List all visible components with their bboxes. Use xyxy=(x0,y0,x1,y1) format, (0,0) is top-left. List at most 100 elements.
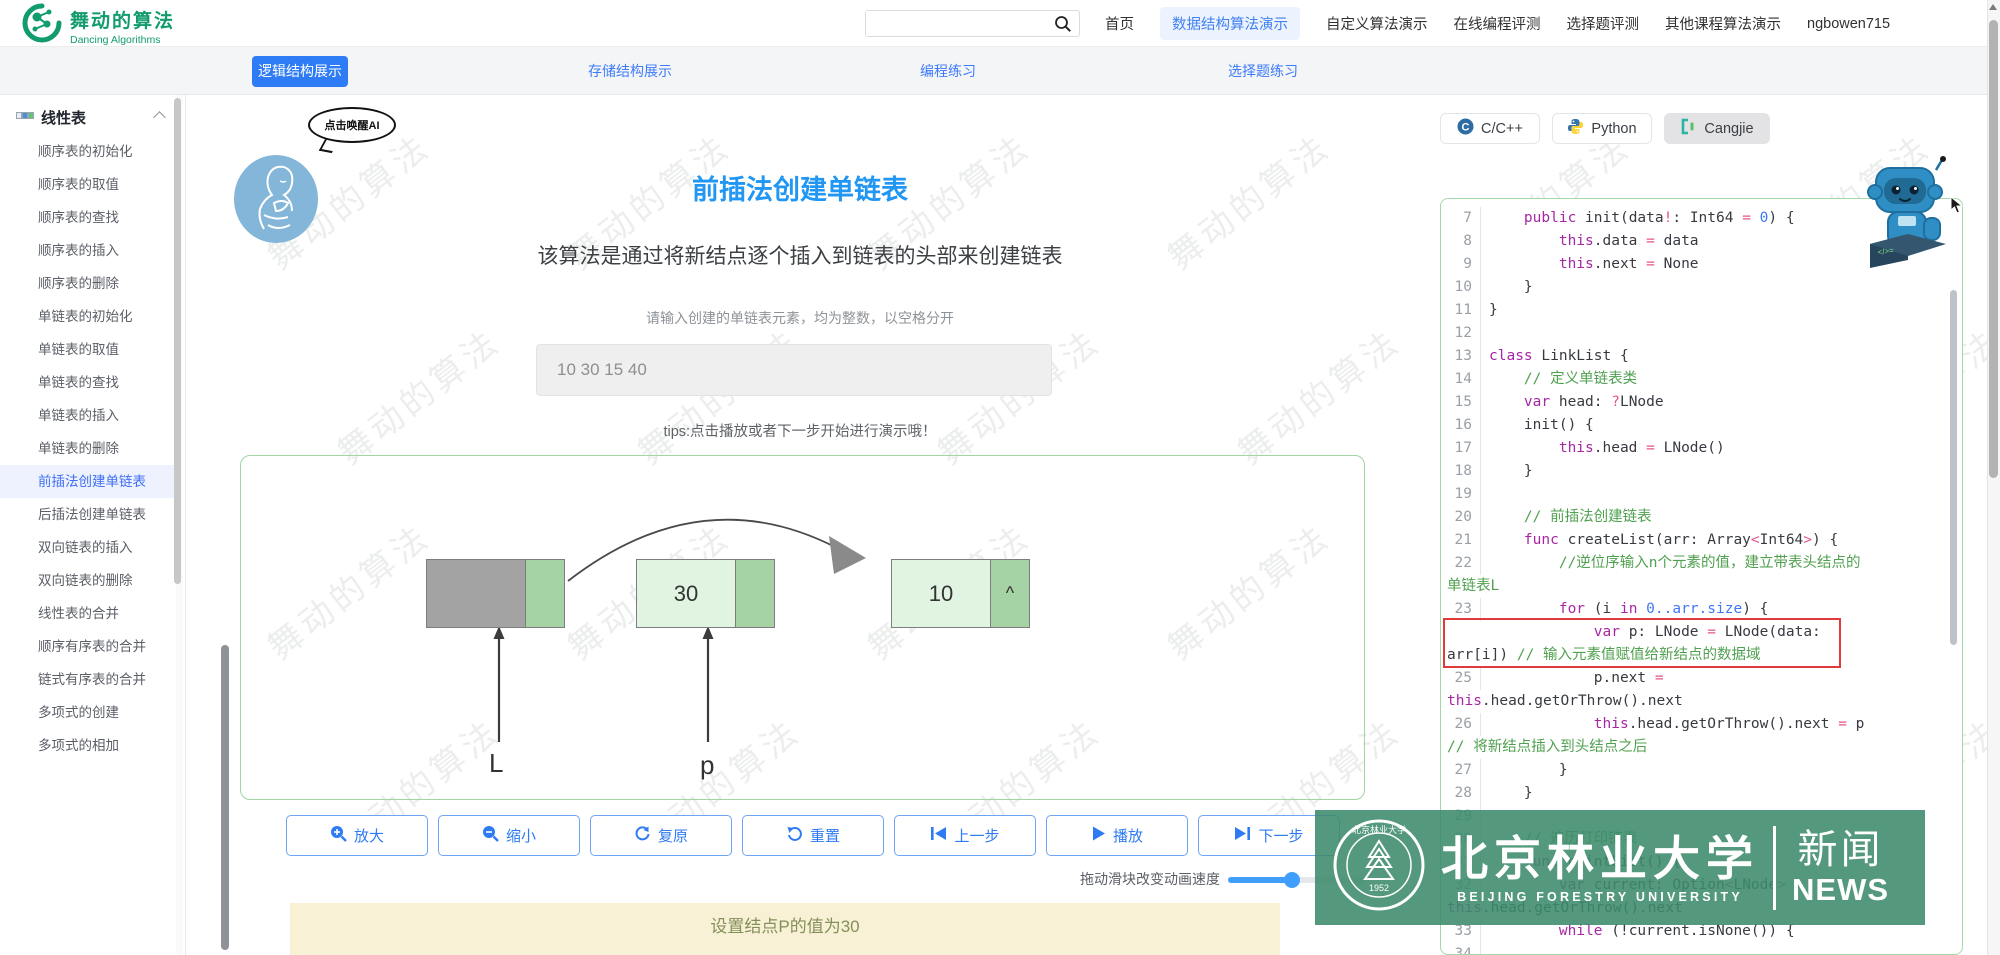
line-number: 7 xyxy=(1447,207,1481,230)
sidebar-item-9[interactable]: 单链表的插入 xyxy=(0,399,176,432)
c-logo-icon: C xyxy=(1457,118,1474,139)
current-line-highlight xyxy=(1443,618,1841,668)
status-bar: 设置结点P的值为30 xyxy=(290,903,1280,955)
sidebar-item-2[interactable]: 顺序表的取值 xyxy=(0,168,176,201)
sidebar-item-5[interactable]: 顺序表的删除 xyxy=(0,267,176,300)
chevron-up-icon[interactable] xyxy=(153,111,166,124)
user-menu[interactable]: ngbowen715 xyxy=(1807,16,1890,32)
code-line: 26 this.head.getOrThrow().next = p xyxy=(1447,713,1962,736)
page-scrollbar[interactable] xyxy=(1987,0,2000,955)
speed-slider-handle[interactable] xyxy=(1284,872,1300,888)
demo-title: 前插法创建单链表 xyxy=(240,168,1360,207)
sidebar-item-list: 顺序表的初始化顺序表的取值顺序表的查找顺序表的插入顺序表的删除单链表的初始化单链… xyxy=(0,135,176,762)
sidebar-group-linear-list[interactable]: 线性表 xyxy=(16,107,166,128)
button-reset[interactable]: 重置 xyxy=(742,815,884,856)
sidebar-item-18[interactable]: 多项式的创建 xyxy=(0,696,176,729)
line-number: 34 xyxy=(1447,943,1481,955)
zoom-in-icon xyxy=(330,825,347,846)
restore-icon xyxy=(634,825,651,846)
visualization-canvas[interactable]: 30 10 ^ L p xyxy=(240,455,1365,800)
scroll-up-arrow-icon[interactable] xyxy=(1989,4,1997,10)
content-scrollbar-thumb[interactable] xyxy=(221,645,229,950)
arrowhead-icon xyxy=(829,536,866,574)
node-pointer-cell xyxy=(525,559,565,628)
sidebar-item-6[interactable]: 单链表的初始化 xyxy=(0,300,176,333)
line-number: 21 xyxy=(1447,529,1481,552)
code-line: 21 func createList(arr: Array<Int64>) { xyxy=(1447,529,1962,552)
link-arrows-layer xyxy=(241,456,1366,801)
robot-mascot[interactable]: </>= xyxy=(1862,156,1954,277)
watermark-text: 舞动的算法 xyxy=(326,315,510,474)
demo-subtitle: 该算法是通过将新结点逐个插入到链表的头部来创建链表 xyxy=(240,240,1360,270)
step-back-icon xyxy=(930,826,947,845)
nav-item-1[interactable]: 数据结构算法演示 xyxy=(1160,7,1300,40)
logo-title: 舞动的算法 xyxy=(70,6,175,33)
button-play[interactable]: 播放 xyxy=(1046,815,1188,856)
nav-item-3[interactable]: 在线编程评测 xyxy=(1454,13,1541,34)
sidebar-item-12[interactable]: 后插法创建单链表 xyxy=(0,498,176,531)
demo-tips: tips:点击播放或者下一步开始进行演示哦！ xyxy=(240,420,1360,441)
line-number: 13 xyxy=(1447,345,1481,368)
ai-assistant-avatar[interactable] xyxy=(234,155,318,243)
lang-tab-python[interactable]: Python xyxy=(1552,113,1652,144)
code-line: 单链表L xyxy=(1447,575,1962,598)
lang-tab-cc[interactable]: CC/C++ xyxy=(1440,113,1540,144)
code-line: this.head.getOrThrow().next xyxy=(1447,690,1962,713)
button-step-back[interactable]: 上一步 xyxy=(894,815,1036,856)
speed-slider-label: 拖动滑块改变动画速度 xyxy=(1020,869,1220,889)
sidebar-scrollbar[interactable] xyxy=(176,95,183,955)
list-node-10[interactable]: 10 ^ xyxy=(891,559,1030,628)
button-zoom-out[interactable]: 缩小 xyxy=(438,815,580,856)
code-line: // 将新结点插入到头结点之后 xyxy=(1447,736,1962,759)
code-scrollbar-thumb[interactable] xyxy=(1950,290,1957,645)
play-icon xyxy=(1091,826,1106,845)
code-line: 17 this.head = LNode() xyxy=(1447,437,1962,460)
logo-subtitle: Dancing Algorithms xyxy=(70,34,175,46)
code-line: 12 xyxy=(1447,322,1962,345)
banner-divider xyxy=(1773,826,1776,910)
list-node-30[interactable]: 30 xyxy=(636,559,775,628)
lang-tab-cangjie[interactable]: Cangjie xyxy=(1664,113,1770,144)
sidebar-scrollbar-thumb[interactable] xyxy=(174,98,181,584)
line-number: 28 xyxy=(1447,782,1481,805)
sidebar-item-16[interactable]: 顺序有序表的合并 xyxy=(0,630,176,663)
sidebar-item-14[interactable]: 双向链表的删除 xyxy=(0,564,176,597)
sidebar-item-8[interactable]: 单链表的查找 xyxy=(0,366,176,399)
sidebar-item-13[interactable]: 双向链表的插入 xyxy=(0,531,176,564)
button-restore[interactable]: 复原 xyxy=(590,815,732,856)
sidebar-item-15[interactable]: 线性表的合并 xyxy=(0,597,176,630)
line-number: 8 xyxy=(1447,230,1481,253)
ai-wake-bubble[interactable]: 点击唤醒AI xyxy=(308,107,396,143)
speed-slider-fill xyxy=(1228,877,1292,883)
element-input[interactable] xyxy=(536,344,1052,396)
code-line: 28 } xyxy=(1447,782,1962,805)
nav-item-4[interactable]: 选择题评测 xyxy=(1567,13,1640,34)
line-number: 26 xyxy=(1447,713,1481,736)
sidebar-item-19[interactable]: 多项式的相加 xyxy=(0,729,176,762)
node-pointer-cell xyxy=(735,559,775,628)
tab-logic-structure[interactable]: 逻辑结构展示 xyxy=(252,56,348,87)
list-node-head[interactable] xyxy=(426,559,565,628)
site-logo[interactable]: 舞动的算法 Dancing Algorithms xyxy=(22,3,175,48)
nav-item-0[interactable]: 首页 xyxy=(1105,13,1134,34)
sidebar-item-11[interactable]: 前插法创建单链表 xyxy=(0,465,176,498)
nav-item-5[interactable]: 其他课程算法演示 xyxy=(1665,13,1781,34)
sidebar-item-4[interactable]: 顺序表的插入 xyxy=(0,234,176,267)
search-input[interactable] xyxy=(866,11,1046,34)
top-navbar: 舞动的算法 Dancing Algorithms 首页 数据结构算法演示 自定义算法… xyxy=(0,0,2000,47)
sidebar-item-7[interactable]: 单链表的取值 xyxy=(0,333,176,366)
sidebar-item-10[interactable]: 单链表的删除 xyxy=(0,432,176,465)
nav-item-2[interactable]: 自定义算法演示 xyxy=(1326,13,1428,34)
sidebar-item-1[interactable]: 顺序表的初始化 xyxy=(0,135,176,168)
button-zoom-in[interactable]: 放大 xyxy=(286,815,428,856)
tab-storage-structure[interactable]: 存储结构展示 xyxy=(580,56,680,87)
code-line: 13class LinkList { xyxy=(1447,345,1962,368)
svg-text:北京林业大学: 北京林业大学 xyxy=(1352,824,1406,835)
step-forward-icon xyxy=(1234,826,1251,845)
tab-coding-practice[interactable]: 编程练习 xyxy=(912,56,984,87)
sidebar-item-3[interactable]: 顺序表的查找 xyxy=(0,201,176,234)
page-scrollbar-thumb[interactable] xyxy=(1989,20,1998,478)
sidebar-item-17[interactable]: 链式有序表的合并 xyxy=(0,663,176,696)
search-icon[interactable] xyxy=(1053,14,1073,39)
tab-quiz-practice[interactable]: 选择题练习 xyxy=(1219,56,1307,87)
